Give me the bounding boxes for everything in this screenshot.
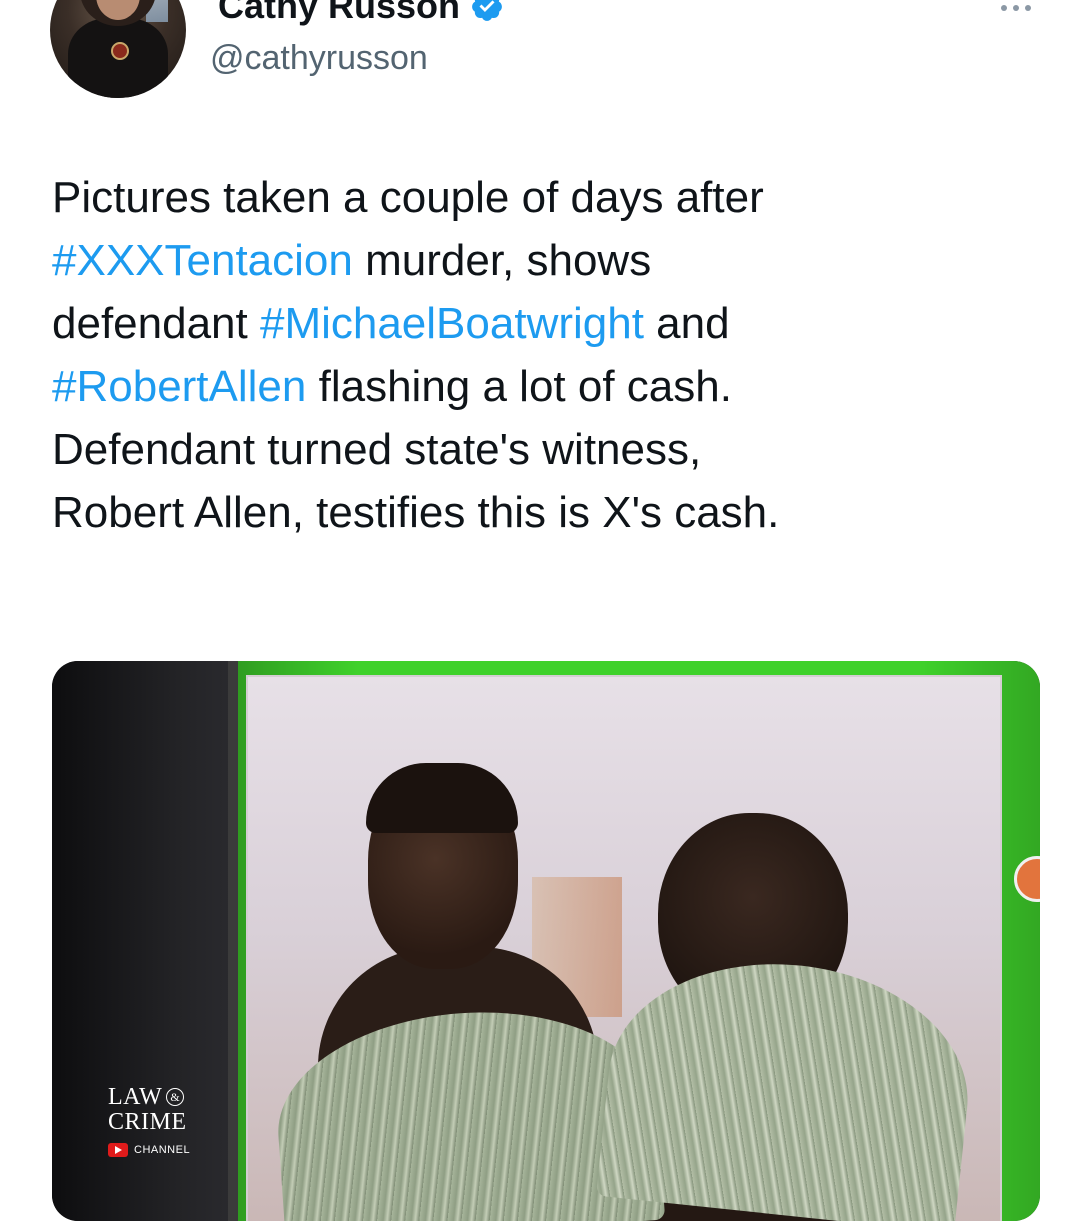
tweet-header: Cathy Russon @cathyrusson — [0, 0, 1090, 140]
tweet-text-line: #XXXTentacion murder, shows — [52, 229, 1052, 292]
logo-line-law: LAW & — [108, 1085, 238, 1110]
tweet-text-line: #RobertAllen flashing a lot of cash. — [52, 355, 1052, 418]
logo-ampersand: & — [166, 1088, 185, 1106]
tweet-text-segment: defendant — [52, 299, 260, 348]
tweet-text-segment: Defendant turned state's witness, — [52, 425, 702, 474]
law-and-crime-logo: LAW & CRIME CHANNEL — [108, 1085, 238, 1185]
user-handle[interactable]: @cathyrusson — [210, 38, 428, 78]
tweet-text: Pictures taken a couple of days after #XX… — [52, 166, 1052, 544]
person-left-hair — [366, 763, 518, 833]
display-name[interactable]: Cathy Russon — [218, 0, 504, 26]
youtube-play-icon — [108, 1143, 128, 1157]
verified-badge-icon — [472, 0, 502, 21]
more-options-icon[interactable] — [996, 0, 1036, 18]
cash-fan-right — [595, 946, 981, 1221]
tweet-text-segment: murder, shows — [352, 236, 652, 285]
display-name-text[interactable]: Cathy Russon — [218, 0, 460, 26]
evidence-photo — [248, 677, 1000, 1221]
avatar[interactable] — [50, 0, 186, 98]
tweet-text-segment: Pictures taken a couple of days after — [52, 173, 764, 222]
tweet-text-segment: and — [643, 299, 730, 348]
hashtag-link[interactable]: #MichaelBoatwright — [260, 299, 644, 348]
hashtag-link[interactable]: #XXXTentacion — [52, 236, 353, 285]
more-dot — [1013, 5, 1019, 11]
tweet-text-segment: flashing a lot of cash. — [306, 362, 732, 411]
tweet-text-line: Defendant turned state's witness, — [52, 418, 1052, 481]
hashtag-link[interactable]: #RobertAllen — [52, 362, 306, 411]
avatar-pendant — [111, 42, 129, 60]
logo-channel: CHANNEL — [108, 1143, 238, 1157]
tweet-text-line: Robert Allen, testifies this is X's cash… — [52, 481, 1052, 544]
more-dot — [1025, 5, 1031, 11]
tweet-text-line: Pictures taken a couple of days after — [52, 166, 1052, 229]
more-dot — [1001, 5, 1007, 11]
logo-channel-label: CHANNEL — [134, 1144, 191, 1156]
logo-line-crime: CRIME — [108, 1109, 187, 1135]
tweet-text-line: defendant #MichaelBoatwright and — [52, 292, 1052, 355]
tweet-text-segment: Robert Allen, testifies this is X's cash… — [52, 488, 780, 537]
tweet-media[interactable]: LAW & CRIME CHANNEL — [52, 661, 1040, 1221]
